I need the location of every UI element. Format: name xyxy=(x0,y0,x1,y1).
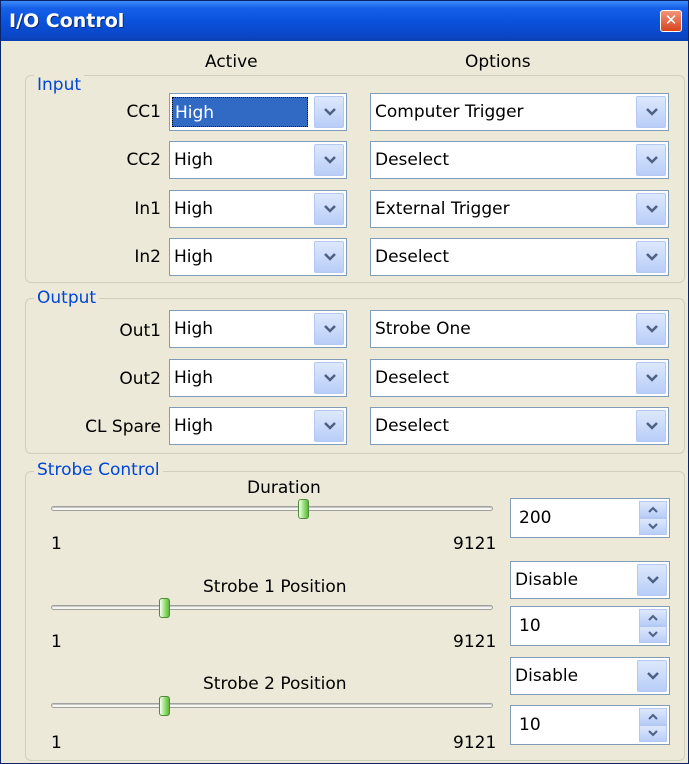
chevron-down-icon[interactable] xyxy=(636,362,666,394)
chevron-down-icon[interactable] xyxy=(637,564,667,596)
options-column-header: Options xyxy=(465,52,531,72)
duration-slider-track[interactable] xyxy=(51,506,493,511)
out2-active-value: High xyxy=(174,368,214,388)
strobe2-spin-buttons[interactable] xyxy=(639,708,667,742)
cc2-active-select[interactable]: High xyxy=(169,141,347,179)
in1-option-select[interactable]: External Trigger xyxy=(370,190,669,228)
duration-slider-thumb[interactable] xyxy=(298,499,309,519)
out2-option-select[interactable]: Deselect xyxy=(370,359,669,397)
cc2-active-value: High xyxy=(174,150,214,170)
close-button[interactable]: ✕ xyxy=(660,10,682,32)
chevron-down-icon[interactable] xyxy=(314,96,344,128)
chevron-down-icon[interactable] xyxy=(636,313,666,345)
duration-spin-buttons[interactable] xyxy=(639,501,667,535)
in1-active-select[interactable]: High xyxy=(169,190,347,228)
cl-spare-active-select[interactable]: High xyxy=(169,407,347,445)
arrow-up-icon[interactable] xyxy=(639,501,667,518)
strobe2-min: 1 xyxy=(51,733,62,753)
chevron-down-icon[interactable] xyxy=(636,410,666,442)
out2-option-value: Deselect xyxy=(375,368,450,388)
strobe-control-legend: Strobe Control xyxy=(34,460,163,480)
cc2-option-select[interactable]: Deselect xyxy=(370,141,669,179)
arrow-down-icon[interactable] xyxy=(639,518,667,535)
strobe1-spinbox[interactable]: 10 xyxy=(510,606,670,646)
strobe1-mode-select[interactable]: Disable xyxy=(510,561,670,599)
chevron-down-icon[interactable] xyxy=(314,144,344,176)
chevron-down-icon[interactable] xyxy=(636,96,666,128)
strobe2-mode-select[interactable]: Disable xyxy=(510,657,670,695)
strobe1-slider-track[interactable] xyxy=(51,605,493,610)
cc1-active-value: High xyxy=(172,97,308,127)
active-column-header: Active xyxy=(205,52,258,72)
strobe2-slider-track[interactable] xyxy=(51,703,493,708)
strobe1-slider-thumb[interactable] xyxy=(159,598,170,618)
row-label-out2: Out2 xyxy=(119,369,161,389)
strobe2-spinbox[interactable]: 10 xyxy=(510,705,670,745)
strobe2-slider-thumb[interactable] xyxy=(159,696,170,716)
cl-spare-option-select[interactable]: Deselect xyxy=(370,407,669,445)
row-label-in2: In2 xyxy=(134,247,161,267)
strobe2-value: 10 xyxy=(519,715,541,735)
row-label-cl-spare: CL Spare xyxy=(85,417,161,437)
cc2-option-value: Deselect xyxy=(375,150,450,170)
io-control-window: I/O Control ✕ Input Active Options CC1 H… xyxy=(0,0,689,764)
out1-active-value: High xyxy=(174,319,214,339)
in2-active-value: High xyxy=(174,247,214,267)
strobe1-max: 9121 xyxy=(453,632,497,652)
strobe1-value: 10 xyxy=(519,616,541,636)
duration-spinbox[interactable]: 200 xyxy=(510,498,670,538)
arrow-up-icon[interactable] xyxy=(639,708,667,725)
strobe2-position-label: Strobe 2 Position xyxy=(203,674,347,694)
in2-active-select[interactable]: High xyxy=(169,238,347,276)
duration-max: 9121 xyxy=(453,534,497,554)
row-label-out1: Out1 xyxy=(119,321,161,341)
out1-active-select[interactable]: High xyxy=(169,310,347,348)
cc1-option-select[interactable]: Computer Trigger xyxy=(370,93,669,131)
strobe2-max: 9121 xyxy=(453,733,497,753)
chevron-down-icon[interactable] xyxy=(314,362,344,394)
cl-spare-option-value: Deselect xyxy=(375,416,450,436)
strobe1-min: 1 xyxy=(51,632,62,652)
out1-option-value: Strobe One xyxy=(375,319,471,339)
strobe1-position-label: Strobe 1 Position xyxy=(203,577,347,597)
chevron-down-icon[interactable] xyxy=(314,410,344,442)
arrow-down-icon[interactable] xyxy=(639,725,667,742)
strobe1-spin-buttons[interactable] xyxy=(639,609,667,643)
chevron-down-icon[interactable] xyxy=(636,144,666,176)
row-label-cc2: CC2 xyxy=(126,150,161,170)
duration-value: 200 xyxy=(519,508,552,528)
input-legend: Input xyxy=(34,75,85,95)
chevron-down-icon[interactable] xyxy=(314,241,344,273)
window-title: I/O Control xyxy=(9,10,125,32)
chevron-down-icon[interactable] xyxy=(314,193,344,225)
row-label-in1: In1 xyxy=(134,199,161,219)
out2-active-select[interactable]: High xyxy=(169,359,347,397)
chevron-down-icon[interactable] xyxy=(636,193,666,225)
arrow-up-icon[interactable] xyxy=(639,609,667,626)
row-label-cc1: CC1 xyxy=(126,102,161,122)
strobe1-mode-value: Disable xyxy=(515,570,579,590)
title-bar[interactable]: I/O Control ✕ xyxy=(1,1,688,41)
in2-option-select[interactable]: Deselect xyxy=(370,238,669,276)
duration-min: 1 xyxy=(51,534,62,554)
in2-option-value: Deselect xyxy=(375,247,450,267)
close-icon: ✕ xyxy=(664,11,678,29)
out1-option-select[interactable]: Strobe One xyxy=(370,310,669,348)
chevron-down-icon[interactable] xyxy=(637,660,667,692)
strobe2-mode-value: Disable xyxy=(515,666,579,686)
arrow-down-icon[interactable] xyxy=(639,626,667,643)
in1-active-value: High xyxy=(174,199,214,219)
cc1-option-value: Computer Trigger xyxy=(375,102,524,122)
chevron-down-icon[interactable] xyxy=(314,313,344,345)
cl-spare-active-value: High xyxy=(174,416,214,436)
output-legend: Output xyxy=(34,288,100,308)
duration-label: Duration xyxy=(247,478,321,498)
in1-option-value: External Trigger xyxy=(375,199,510,219)
cc1-active-select[interactable]: High xyxy=(169,93,347,131)
chevron-down-icon[interactable] xyxy=(636,241,666,273)
